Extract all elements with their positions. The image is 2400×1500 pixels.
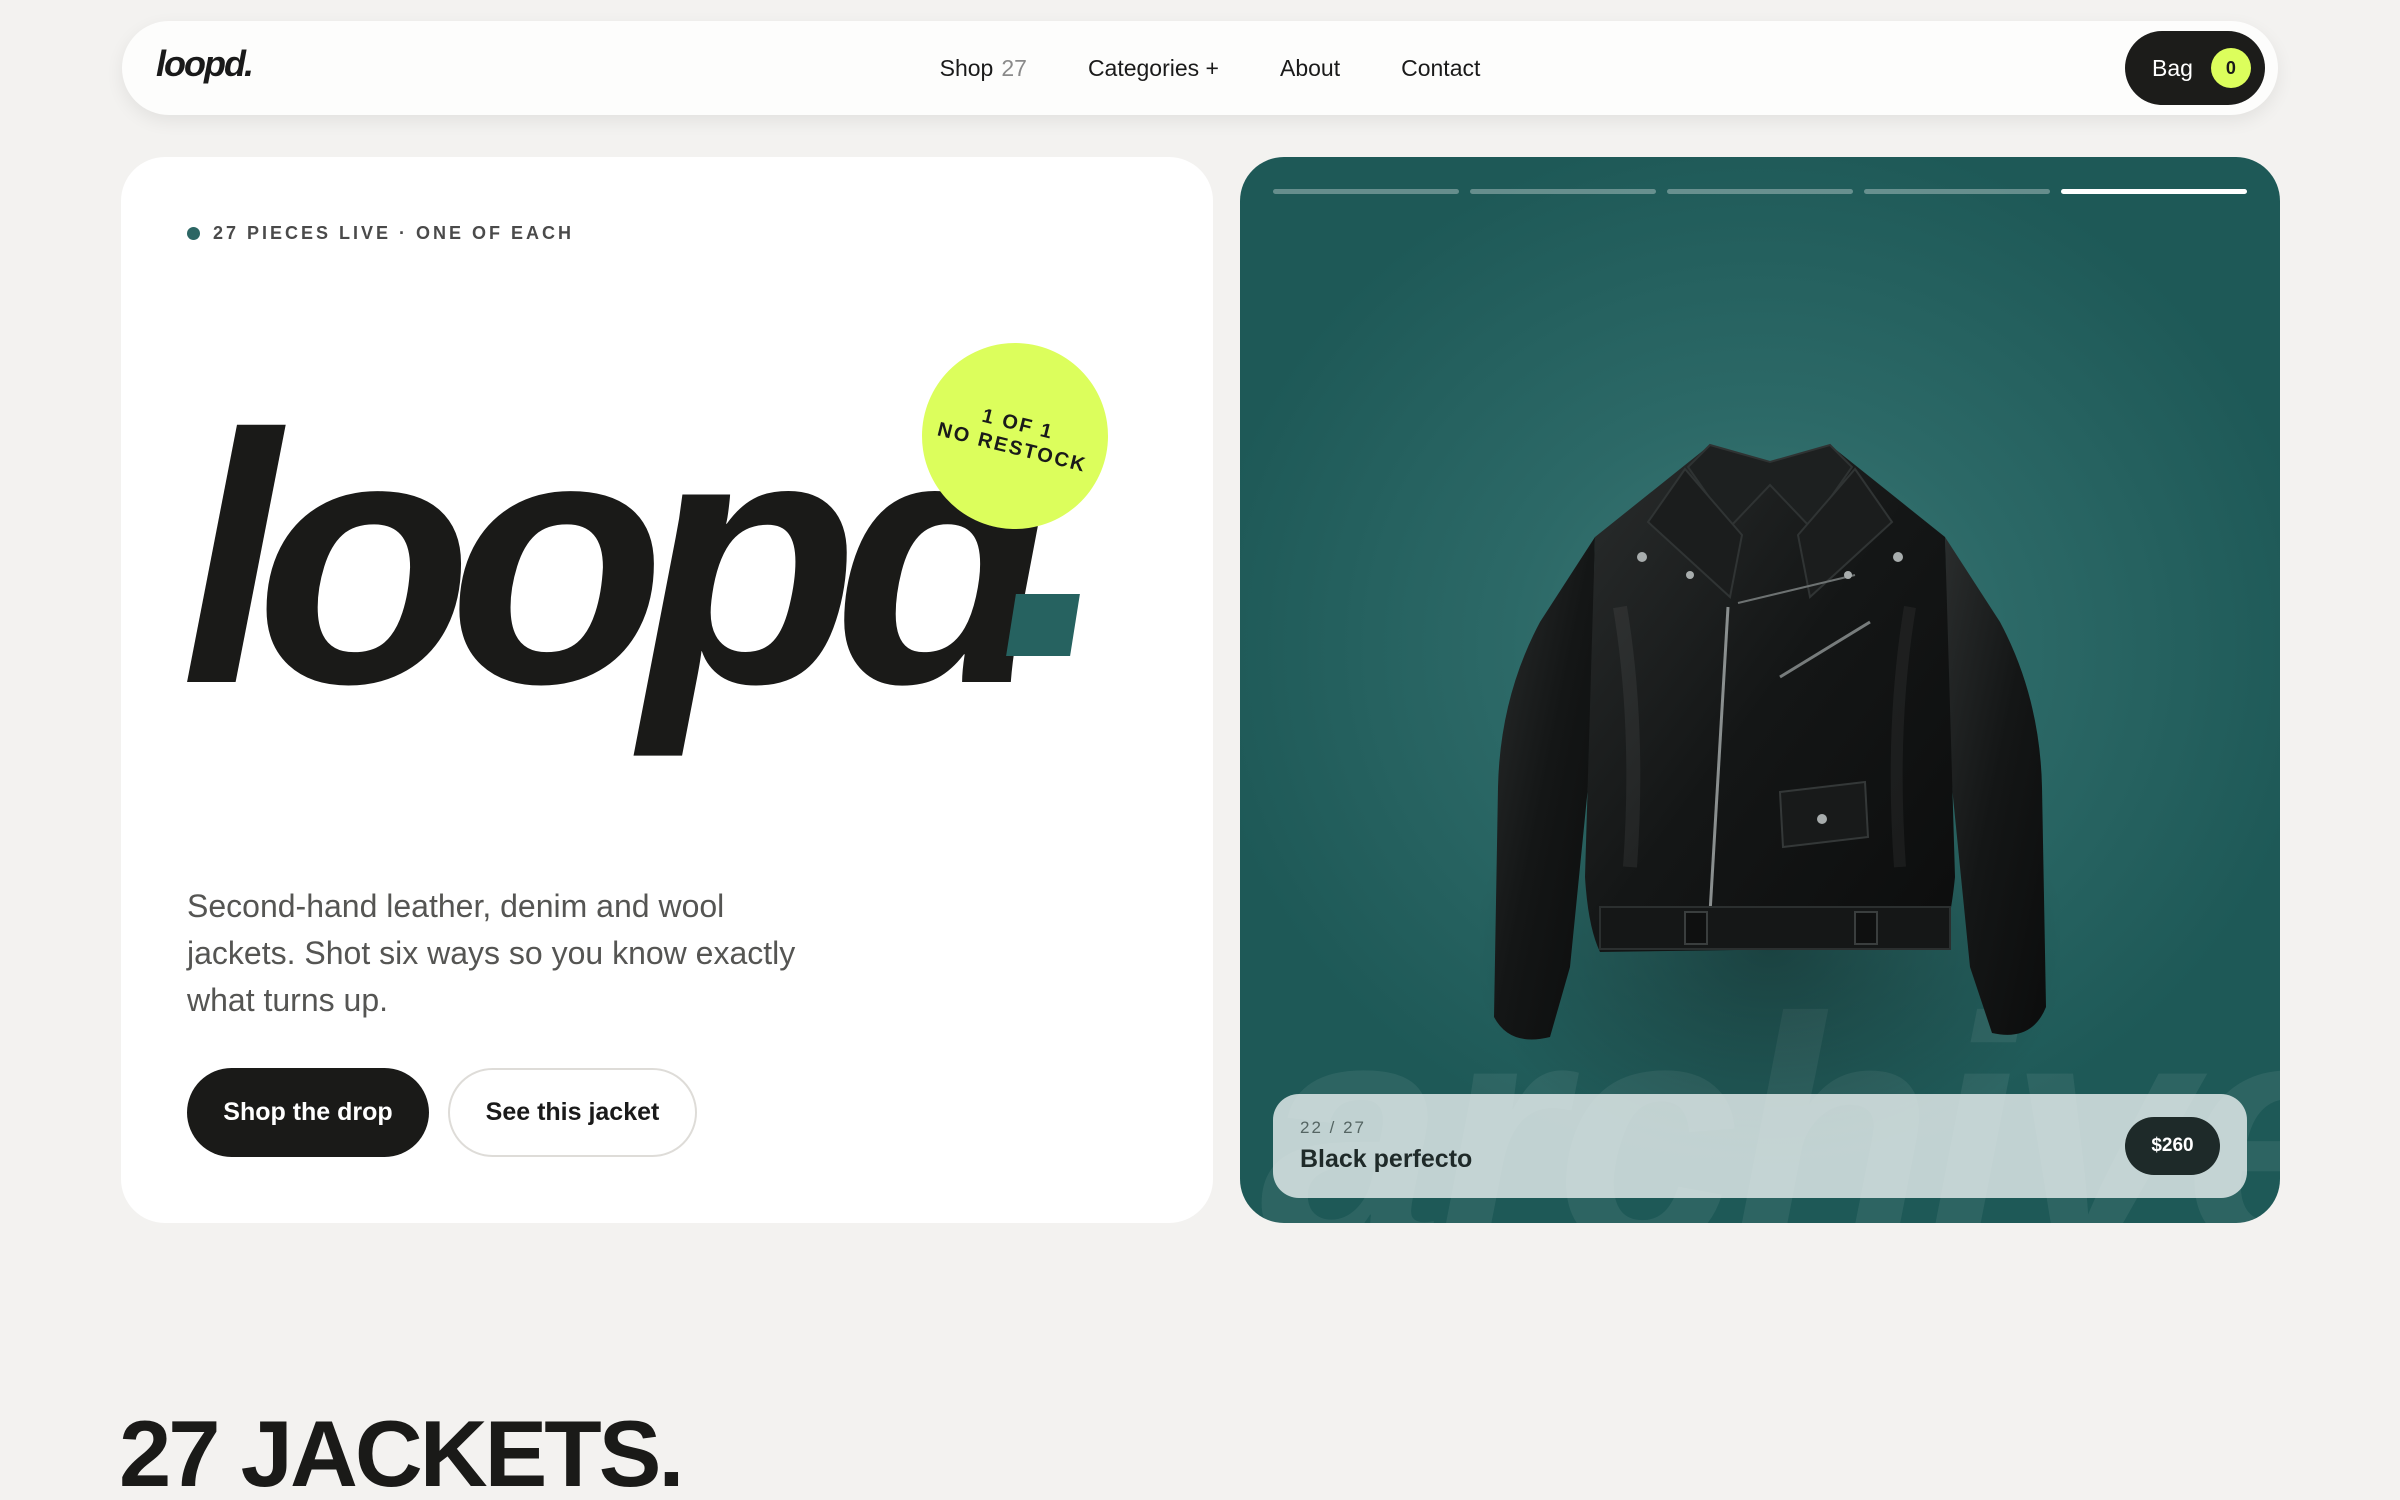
nav-shop-count: 27: [1001, 54, 1027, 81]
nav-links: Shop 27 Categories + About Contact: [122, 21, 2278, 115]
nav-link-shop-label: Shop: [939, 54, 994, 81]
carousel-progress-segment[interactable]: [1864, 189, 2050, 194]
hero-wordmark: loopd: [181, 362, 1051, 758]
shop-the-drop-button[interactable]: Shop the drop: [187, 1068, 429, 1157]
hero-description: Second-hand leather, denim and wool jack…: [187, 888, 796, 1018]
bag-count-badge: 0: [2210, 48, 2251, 88]
page: loopd. Shop 27 Categories + About Contact…: [0, 0, 2400, 1500]
nav-link-contact[interactable]: Contact: [1401, 55, 1480, 82]
section-heading: 27 JACKETS.: [119, 1401, 685, 1500]
carousel-progress-segment[interactable]: [2061, 189, 2247, 194]
bag-button[interactable]: Bag 0: [2125, 31, 2265, 105]
eyebrow: 27 PIECES LIVE · ONE OF EACH: [187, 223, 574, 244]
carousel-progress-segment[interactable]: [1470, 189, 1656, 194]
hero-intro-card: 27 PIECES LIVE · ONE OF EACH loopd 1 OF …: [121, 157, 1213, 1223]
eyebrow-text: 27 PIECES LIVE · ONE OF EACH: [213, 223, 575, 243]
bag-label: Bag: [2152, 54, 2193, 81]
product-caption[interactable]: 22 / 27 Black perfecto $260: [1273, 1094, 2247, 1198]
see-this-jacket-button[interactable]: See this jacket: [448, 1068, 697, 1157]
product-carousel[interactable]: archive: [1240, 157, 2280, 1223]
nav-link-shop[interactable]: Shop 27: [940, 55, 1027, 82]
product-index: 22 / 27: [1300, 1118, 1366, 1137]
top-nav: loopd. Shop 27 Categories + About Contact…: [122, 21, 2278, 115]
carousel-progress: [1273, 189, 2247, 195]
live-dot-icon: [187, 227, 200, 240]
price-badge: $260: [2125, 1117, 2220, 1175]
wordmark-dot: [1006, 594, 1080, 656]
nav-link-categories[interactable]: Categories +: [1088, 55, 1219, 82]
product-title: Black perfecto: [1300, 1145, 1473, 1173]
carousel-progress-segment[interactable]: [1667, 189, 1853, 194]
nav-link-about[interactable]: About: [1280, 55, 1340, 82]
carousel-progress-segment[interactable]: [1273, 189, 1459, 194]
jacket-image: [1480, 443, 2060, 1167]
